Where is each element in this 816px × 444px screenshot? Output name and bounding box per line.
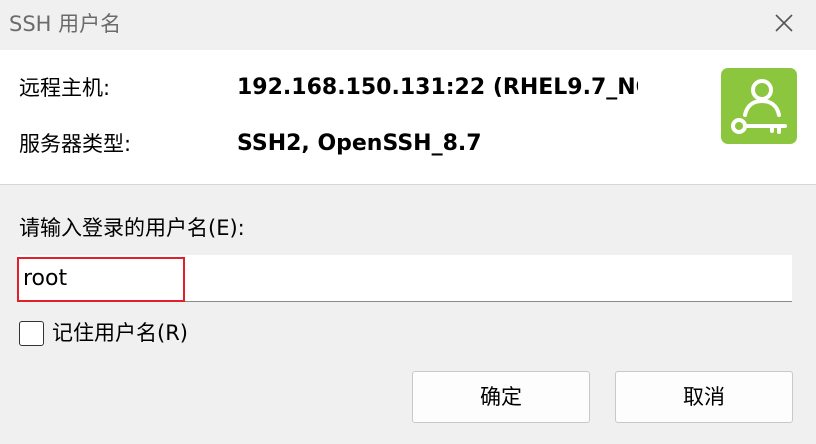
window-title: SSH 用户名 <box>9 12 122 36</box>
remember-username-label: 记住用户名(R) <box>52 321 188 345</box>
connection-info-panel: 远程主机: 192.168.150.131:22 (RHEL9.7_NO 服务器… <box>0 50 816 185</box>
close-icon <box>775 14 793 32</box>
checkbox-unchecked-icon[interactable] <box>19 321 44 346</box>
close-button[interactable] <box>761 0 807 50</box>
user-key-icon <box>721 68 797 144</box>
title-bar: SSH 用户名 <box>0 0 816 50</box>
cancel-button[interactable]: 取消 <box>615 371 793 423</box>
server-type-value: SSH2, OpenSSH_8.7 <box>237 131 482 156</box>
server-type-label: 服务器类型: <box>19 132 132 156</box>
remote-host-label: 远程主机: <box>19 76 111 100</box>
username-input[interactable] <box>17 255 792 302</box>
ok-button[interactable]: 确定 <box>412 371 590 423</box>
remote-host-value: 192.168.150.131:22 (RHEL9.7_NO <box>237 75 638 100</box>
ssh-username-dialog: SSH 用户名 远程主机: 192.168.150.131:22 (RHEL9.… <box>0 0 816 444</box>
username-prompt-label: 请输入登录的用户名(E): <box>19 216 245 240</box>
